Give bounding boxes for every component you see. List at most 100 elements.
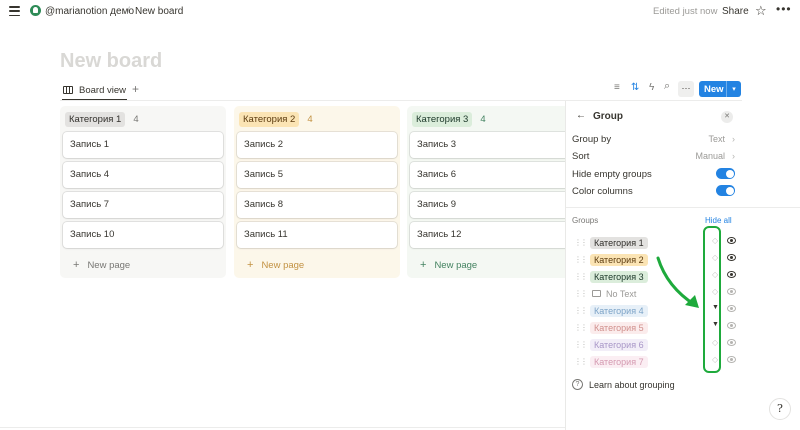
board-card[interactable]: Запись 7 <box>63 192 223 218</box>
new-page-label: New page <box>87 260 131 271</box>
eye-icon[interactable] <box>727 339 736 346</box>
group-tag: Категория 5 <box>590 321 648 334</box>
more-options-icon[interactable]: ••• <box>776 2 792 16</box>
annotation-arrow-icon <box>656 256 699 308</box>
group-tag: Категория 4 <box>590 304 648 317</box>
board-card[interactable]: Запись 6 <box>410 162 570 188</box>
new-page-label: New page <box>261 260 305 271</box>
column-count: 4 <box>307 114 313 125</box>
board-card[interactable]: Запись 9 <box>410 192 570 218</box>
group-by-row[interactable]: Group by Text › <box>572 130 737 148</box>
eye-icon[interactable] <box>727 254 736 261</box>
drag-handle-icon[interactable]: ⋮⋮ <box>574 238 588 247</box>
automation-icon[interactable]: ϟ <box>649 82 654 93</box>
share-button[interactable]: Share <box>722 6 749 17</box>
eye-icon[interactable] <box>727 271 736 278</box>
sort-value: Manual <box>695 151 725 161</box>
search-icon[interactable]: ⌕ <box>664 80 670 93</box>
board-column: Категория 2 4 Запись 2 Запись 5 Запись 8 Запи… <box>234 106 400 278</box>
new-page-button[interactable]: + New page <box>237 252 397 278</box>
group-label: No Text <box>606 288 637 299</box>
group-tag: Категория 3 <box>590 270 648 283</box>
eye-icon[interactable] <box>727 288 736 295</box>
group-by-value: Text <box>708 134 725 144</box>
tab-board-view-label: Board view <box>79 84 126 96</box>
drag-handle-icon[interactable]: ⋮⋮ <box>574 306 588 315</box>
drag-handle-icon[interactable]: ⋮⋮ <box>574 357 588 366</box>
column-group-tag[interactable]: Категория 1 <box>65 112 126 127</box>
board-card[interactable]: Запись 1 <box>63 132 223 158</box>
drag-handle-icon[interactable]: ⋮⋮ <box>574 255 588 264</box>
board-card[interactable]: Запись 12 <box>410 222 570 248</box>
annotation-highlight-box <box>703 226 721 373</box>
help-circle-icon: ? <box>572 379 583 390</box>
new-page-button[interactable]: + New page <box>410 252 570 278</box>
color-columns-row: Color columns <box>572 182 737 200</box>
board-card[interactable]: Запись 2 <box>237 132 397 158</box>
breadcrumb-separator: / <box>127 6 130 17</box>
column-group-tag[interactable]: Категория 3 <box>412 112 473 127</box>
eye-icon[interactable] <box>727 237 736 244</box>
top-bar: @marianotion демо / New board Edited jus… <box>0 0 800 24</box>
plus-icon: + <box>420 259 427 271</box>
new-page-label: New page <box>434 260 478 271</box>
group-tag: Категория 6 <box>590 338 648 351</box>
tab-board-view[interactable]: Board view <box>63 83 126 97</box>
close-icon[interactable]: ✕ <box>721 111 733 123</box>
column-count: 4 <box>133 114 139 125</box>
column-header: Категория 2 4 <box>239 112 313 127</box>
plus-icon: + <box>73 259 80 271</box>
column-group-tag[interactable]: Категория 2 <box>239 112 300 127</box>
board-column: Категория 3 4 Запись 3 Запись 6 Запись 9 Запи… <box>407 106 573 278</box>
board-card[interactable]: Запись 8 <box>237 192 397 218</box>
add-view-icon[interactable]: + <box>132 82 139 96</box>
page-title[interactable]: New board <box>60 50 162 73</box>
color-columns-label: Color columns <box>572 185 633 197</box>
back-arrow-icon[interactable]: ← <box>576 110 586 121</box>
new-page-button[interactable]: + New page <box>63 252 223 278</box>
workspace-logo-icon <box>30 5 41 16</box>
hide-empty-groups-toggle[interactable] <box>716 168 735 179</box>
board-card[interactable]: Запись 5 <box>237 162 397 188</box>
color-columns-toggle[interactable] <box>716 185 735 196</box>
board-icon <box>63 86 73 94</box>
new-button[interactable]: New ▾ <box>699 81 741 97</box>
column-header: Категория 1 4 <box>65 112 139 127</box>
hide-empty-groups-label: Hide empty groups <box>572 168 652 180</box>
sort-row[interactable]: Sort Manual › <box>572 147 737 165</box>
filter-icon[interactable]: ≡ <box>614 82 620 93</box>
sort-icon[interactable]: ⇅ <box>631 82 639 93</box>
board-card[interactable]: Запись 10 <box>63 222 223 248</box>
empty-value-icon <box>592 290 601 297</box>
drag-handle-icon[interactable]: ⋮⋮ <box>574 323 588 332</box>
eye-icon[interactable] <box>727 305 736 312</box>
groups-heading: Groups <box>572 216 599 225</box>
eye-icon[interactable] <box>727 356 736 363</box>
breadcrumb-workspace[interactable]: @marianotion демо <box>45 6 134 17</box>
menu-icon[interactable] <box>9 6 20 16</box>
chevron-right-icon: › <box>732 151 735 161</box>
plus-icon: + <box>247 259 254 271</box>
hide-empty-groups-row: Hide empty groups <box>572 165 737 183</box>
column-header: Категория 3 4 <box>412 112 486 127</box>
drag-handle-icon[interactable]: ⋮⋮ <box>574 289 588 298</box>
board-column: Категория 1 4 Запись 1 Запись 4 Запись 7 Запи… <box>60 106 226 278</box>
edited-status: Edited just now <box>653 6 718 17</box>
favorite-star-icon[interactable]: ☆ <box>755 3 767 19</box>
view-settings-icon[interactable]: ··· <box>678 81 694 97</box>
learn-about-grouping-link[interactable]: ? Learn about grouping <box>572 379 675 390</box>
bottom-divider <box>0 427 565 428</box>
breadcrumb-page[interactable]: New board <box>135 6 183 17</box>
board-card[interactable]: Запись 11 <box>237 222 397 248</box>
sort-label: Sort <box>572 150 590 162</box>
chevron-down-icon[interactable]: ▾ <box>727 85 741 93</box>
panel-title: Group <box>593 111 623 122</box>
help-button[interactable]: ? <box>769 398 791 420</box>
drag-handle-icon[interactable]: ⋮⋮ <box>574 340 588 349</box>
group-by-label: Group by <box>572 133 612 145</box>
board-card[interactable]: Запись 3 <box>410 132 570 158</box>
board-card[interactable]: Запись 4 <box>63 162 223 188</box>
drag-handle-icon[interactable]: ⋮⋮ <box>574 272 588 281</box>
hide-all-button[interactable]: Hide all <box>705 216 732 225</box>
eye-icon[interactable] <box>727 322 736 329</box>
